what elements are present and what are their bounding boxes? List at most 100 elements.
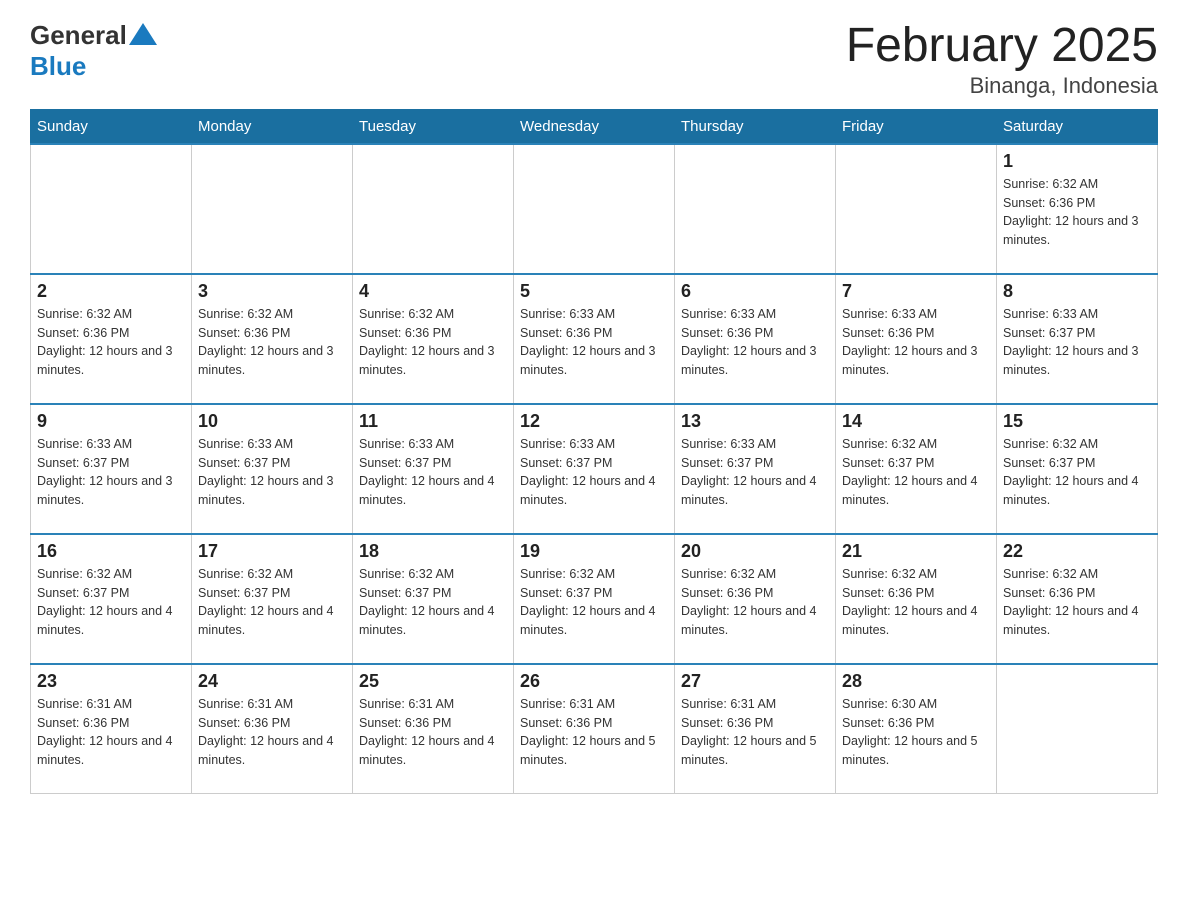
day-number: 11 [359, 411, 507, 432]
day-number: 17 [198, 541, 346, 562]
header-saturday: Saturday [997, 109, 1158, 144]
table-cell: 26 Sunrise: 6:31 AM Sunset: 6:36 PM Dayli… [514, 664, 675, 794]
title-block: February 2025 Binanga, Indonesia [846, 20, 1158, 99]
table-cell: 23 Sunrise: 6:31 AM Sunset: 6:36 PM Dayli… [31, 664, 192, 794]
day-number: 4 [359, 281, 507, 302]
calendar-header: SundayMondayTuesdayWednesdayThursdayFrid… [31, 109, 1158, 144]
day-number: 9 [37, 411, 185, 432]
day-number: 18 [359, 541, 507, 562]
table-cell: 4 Sunrise: 6:32 AM Sunset: 6:36 PM Daylig… [353, 274, 514, 404]
table-cell: 6 Sunrise: 6:33 AM Sunset: 6:36 PM Daylig… [675, 274, 836, 404]
day-info: Sunrise: 6:33 AM Sunset: 6:36 PM Dayligh… [681, 305, 829, 380]
logo-blue-text: Blue [30, 51, 157, 82]
table-cell: 20Sunrise: 6:32 AM Sunset: 6:36 PM Dayli… [675, 534, 836, 664]
day-info: Sunrise: 6:33 AM Sunset: 6:36 PM Dayligh… [520, 305, 668, 380]
day-info: Sunrise: 6:31 AM Sunset: 6:36 PM Dayligh… [520, 695, 668, 770]
table-cell: 24Sunrise: 6:31 AM Sunset: 6:36 PM Dayli… [192, 664, 353, 794]
header-tuesday: Tuesday [353, 109, 514, 144]
day-number: 23 [37, 671, 185, 692]
table-cell: 1Sunrise: 6:32 AM Sunset: 6:36 PM Daylig… [997, 144, 1158, 274]
table-cell: 2Sunrise: 6:32 AM Sunset: 6:36 PM Daylig… [31, 274, 192, 404]
table-cell [192, 144, 353, 274]
header-thursday: Thursday [675, 109, 836, 144]
table-cell: 10 Sunrise: 6:33 AM Sunset: 6:37 PM Dayli… [192, 404, 353, 534]
day-info: Sunrise: 6:32 AM Sunset: 6:37 PM Dayligh… [842, 435, 990, 510]
table-cell [353, 144, 514, 274]
calendar-body: 1 Sunrise: 6:32 AM Sunset: 6:36 PM Daylig… [31, 144, 1158, 794]
day-info: Sunrise: 6:30 AM Sunset: 6:36 PM Dayligh… [842, 695, 990, 770]
day-number: 25 [359, 671, 507, 692]
header-wednesday: Wednesday [514, 109, 675, 144]
week-row-1: 1Sunrise: 6:32 AM Sunset: 6:36 PM Daylig… [31, 144, 1158, 274]
table-cell [514, 144, 675, 274]
week-row-3: 9 Sunrise: 6:33 AM Sunset: 6:37 PM Daylig… [31, 404, 1158, 534]
logo-triangle-icon [129, 23, 157, 45]
table-cell: 14 Sunrise: 6:32 AM Sunset: 6:37 PM Dayli… [836, 404, 997, 534]
day-info: Sunrise: 6:33 AM Sunset: 6:37 PM Dayligh… [359, 435, 507, 510]
day-number: 19 [520, 541, 668, 562]
table-cell [675, 144, 836, 274]
day-info: Sunrise: 6:33 AM Sunset: 6:37 PM Dayligh… [681, 435, 829, 510]
header-sunday: Sunday [31, 109, 192, 144]
table-cell: 5 Sunrise: 6:33 AM Sunset: 6:36 PM Daylig… [514, 274, 675, 404]
table-cell: 3Sunrise: 6:32 AM Sunset: 6:36 PM Daylig… [192, 274, 353, 404]
header-friday: Friday [836, 109, 997, 144]
day-number: 24 [198, 671, 346, 692]
day-info: Sunrise: 6:32 AM Sunset: 6:36 PM Dayligh… [198, 305, 346, 380]
day-number: 13 [681, 411, 829, 432]
table-cell [836, 144, 997, 274]
week-row-4: 16 Sunrise: 6:32 AM Sunset: 6:37 PM Dayli… [31, 534, 1158, 664]
day-number: 16 [37, 541, 185, 562]
table-cell: 12 Sunrise: 6:33 AM Sunset: 6:37 PM Dayli… [514, 404, 675, 534]
logo: General Blue [30, 20, 157, 82]
day-number: 14 [842, 411, 990, 432]
day-number: 15 [1003, 411, 1151, 432]
table-cell: 15 Sunrise: 6:32 AM Sunset: 6:37 PM Dayli… [997, 404, 1158, 534]
day-info: Sunrise: 6:32 AM Sunset: 6:36 PM Dayligh… [1003, 565, 1151, 640]
day-info: Sunrise: 6:32 AM Sunset: 6:36 PM Dayligh… [359, 305, 507, 380]
table-cell [997, 664, 1158, 794]
day-info: Sunrise: 6:32 AM Sunset: 6:36 PM Dayligh… [842, 565, 990, 640]
table-cell: 27 Sunrise: 6:31 AM Sunset: 6:36 PM Dayli… [675, 664, 836, 794]
day-number: 21 [842, 541, 990, 562]
table-cell: 13 Sunrise: 6:33 AM Sunset: 6:37 PM Dayli… [675, 404, 836, 534]
day-number: 26 [520, 671, 668, 692]
day-info: Sunrise: 6:33 AM Sunset: 6:37 PM Dayligh… [198, 435, 346, 510]
table-cell: 21 Sunrise: 6:32 AM Sunset: 6:36 PM Dayli… [836, 534, 997, 664]
day-number: 22 [1003, 541, 1151, 562]
table-cell: 28 Sunrise: 6:30 AM Sunset: 6:36 PM Dayli… [836, 664, 997, 794]
day-number: 12 [520, 411, 668, 432]
day-number: 28 [842, 671, 990, 692]
calendar-location: Binanga, Indonesia [846, 73, 1158, 99]
day-number: 1 [1003, 151, 1151, 172]
day-info: Sunrise: 6:32 AM Sunset: 6:37 PM Dayligh… [198, 565, 346, 640]
table-cell: 18 Sunrise: 6:32 AM Sunset: 6:37 PM Dayli… [353, 534, 514, 664]
day-info: Sunrise: 6:33 AM Sunset: 6:36 PM Dayligh… [842, 305, 990, 380]
table-cell: 9 Sunrise: 6:33 AM Sunset: 6:37 PM Daylig… [31, 404, 192, 534]
page-header: General Blue February 2025 Binanga, Indo… [30, 20, 1158, 99]
day-number: 6 [681, 281, 829, 302]
day-number: 10 [198, 411, 346, 432]
table-cell: 25 Sunrise: 6:31 AM Sunset: 6:36 PM Dayli… [353, 664, 514, 794]
day-number: 2 [37, 281, 185, 302]
day-number: 8 [1003, 281, 1151, 302]
logo-general-text: General [30, 20, 127, 51]
day-info: Sunrise: 6:31 AM Sunset: 6:36 PM Dayligh… [359, 695, 507, 770]
table-cell: 16 Sunrise: 6:32 AM Sunset: 6:37 PM Dayli… [31, 534, 192, 664]
header-monday: Monday [192, 109, 353, 144]
day-number: 27 [681, 671, 829, 692]
day-number: 5 [520, 281, 668, 302]
calendar-title: February 2025 [846, 20, 1158, 73]
day-info: Sunrise: 6:31 AM Sunset: 6:36 PM Dayligh… [681, 695, 829, 770]
day-info: Sunrise: 6:33 AM Sunset: 6:37 PM Dayligh… [520, 435, 668, 510]
table-cell: 22 Sunrise: 6:32 AM Sunset: 6:36 PM Dayli… [997, 534, 1158, 664]
weekday-header-row: SundayMondayTuesdayWednesdayThursdayFrid… [31, 109, 1158, 144]
day-info: Sunrise: 6:32 AM Sunset: 6:37 PM Dayligh… [1003, 435, 1151, 510]
day-info: Sunrise: 6:31 AM Sunset: 6:36 PM Dayligh… [37, 695, 185, 770]
day-info: Sunrise: 6:32 AM Sunset: 6:36 PM Dayligh… [681, 565, 829, 640]
day-info: Sunrise: 6:32 AM Sunset: 6:37 PM Dayligh… [359, 565, 507, 640]
day-info: Sunrise: 6:32 AM Sunset: 6:37 PM Dayligh… [37, 565, 185, 640]
day-info: Sunrise: 6:33 AM Sunset: 6:37 PM Dayligh… [37, 435, 185, 510]
day-number: 7 [842, 281, 990, 302]
week-row-5: 23 Sunrise: 6:31 AM Sunset: 6:36 PM Dayli… [31, 664, 1158, 794]
